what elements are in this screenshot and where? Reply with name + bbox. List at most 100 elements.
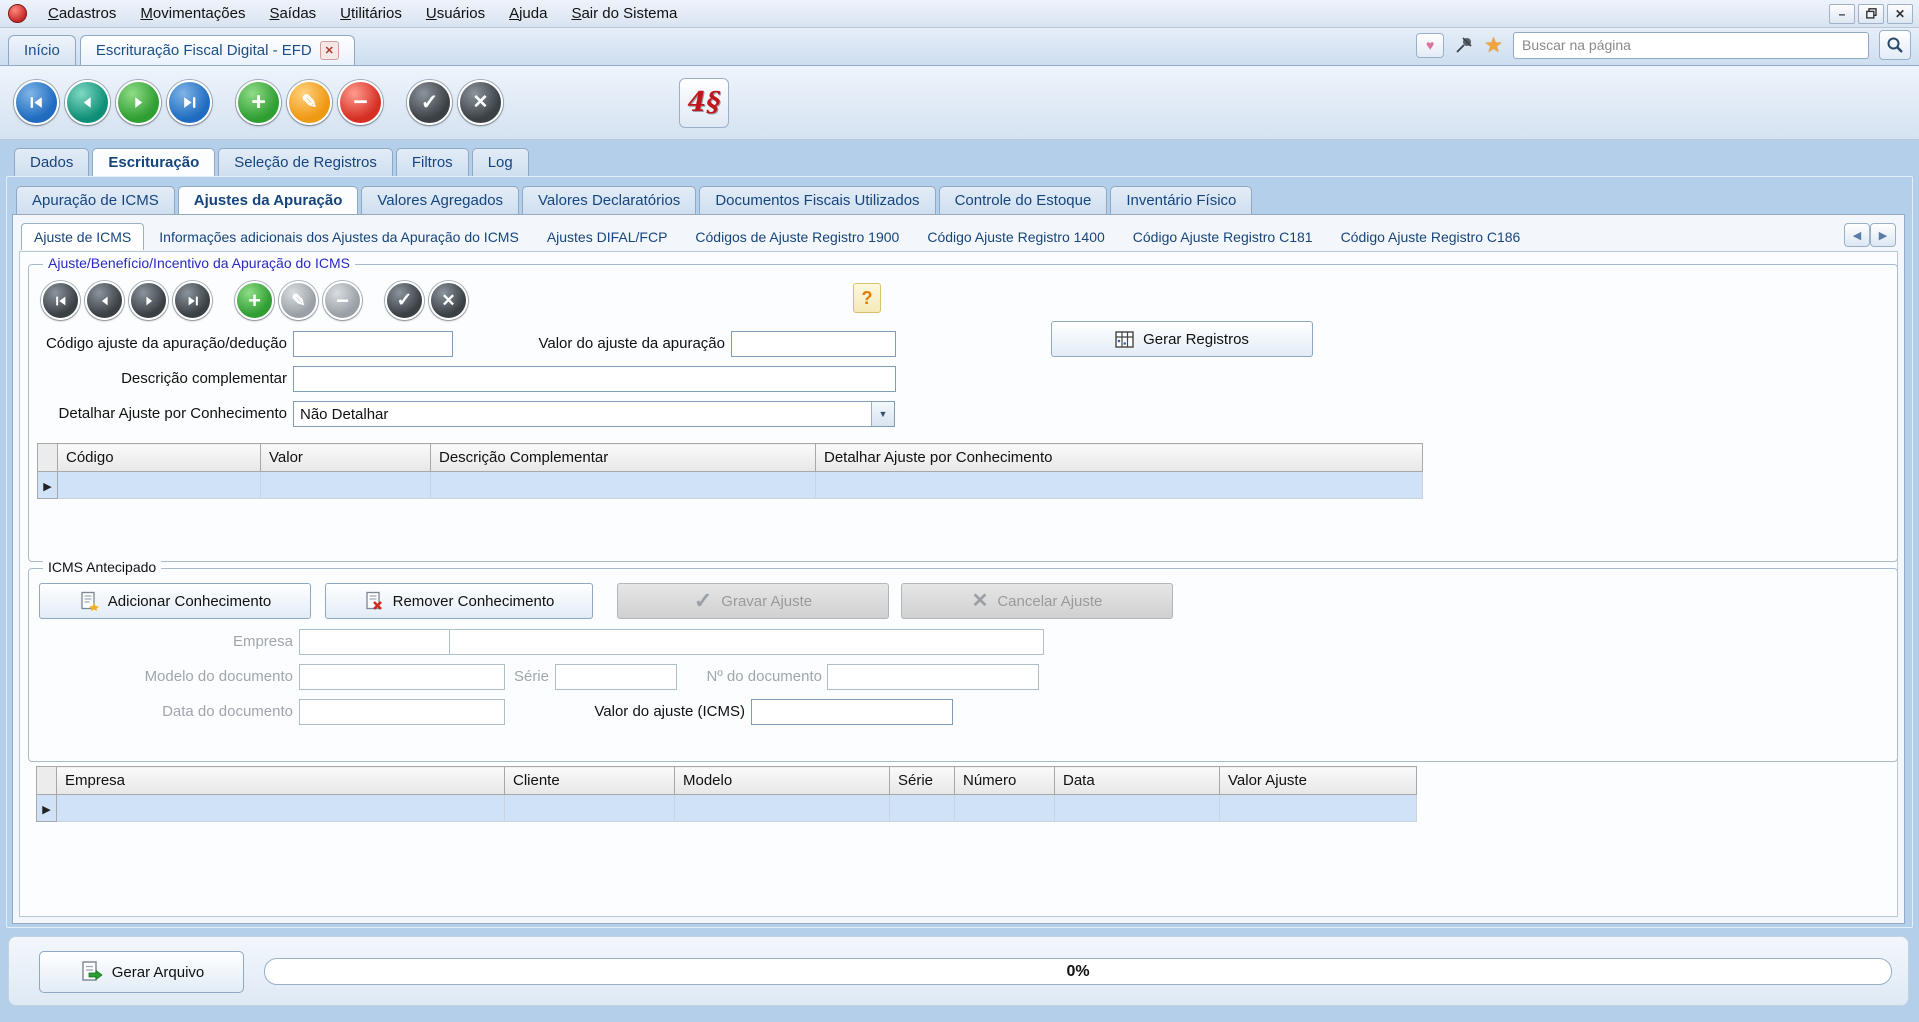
tab-dados[interactable]: Dados: [14, 148, 90, 176]
grid-cell[interactable]: [1054, 794, 1220, 822]
empresa-nome-input[interactable]: [449, 629, 1044, 655]
data-documento-input[interactable]: [299, 699, 505, 725]
star-icon[interactable]: ★: [1484, 35, 1503, 56]
grid-cell[interactable]: [1219, 794, 1417, 822]
menu-saidas[interactable]: Saídas: [258, 2, 327, 25]
tab-inventario-fisico[interactable]: Inventário Físico: [1110, 186, 1253, 214]
nav-next-button[interactable]: [116, 80, 161, 125]
grid-confirm-button[interactable]: ✓: [385, 281, 424, 320]
tab-filtros[interactable]: Filtros: [395, 148, 469, 176]
tab-controle-do-estoque[interactable]: Controle do Estoque: [938, 186, 1108, 214]
grid-cell[interactable]: [430, 471, 816, 499]
column-header-valor[interactable]: Valor: [260, 443, 431, 472]
tab-codigo-ajuste-registro-1400[interactable]: Código Ajuste Registro 1400: [914, 223, 1117, 250]
grid-edit-button[interactable]: ✎: [279, 281, 318, 320]
tab-documentos-fiscais-utilizados[interactable]: Documentos Fiscais Utilizados: [699, 186, 936, 214]
tab-codigo-ajuste-registro-c186[interactable]: Código Ajuste Registro C186: [1328, 223, 1534, 250]
gerar-arquivo-button[interactable]: Gerar Arquivo: [39, 951, 244, 993]
tab-ajustes-difal-fcp[interactable]: Ajustes DIFAL/FCP: [534, 223, 681, 250]
grid-nav-first-button[interactable]: [41, 281, 80, 320]
grid-nav-prev-button[interactable]: [85, 281, 124, 320]
grid-cell[interactable]: [260, 471, 431, 499]
grid-cell[interactable]: [504, 794, 675, 822]
favorites-heart-button[interactable]: ♥: [1416, 32, 1445, 58]
tab-scroll-right-button[interactable]: ▶: [1870, 223, 1896, 247]
tab-codigo-ajuste-registro-c181[interactable]: Código Ajuste Registro C181: [1120, 223, 1326, 250]
menu-cadastros[interactable]: Cadastros: [37, 2, 127, 25]
column-header-valor-ajuste[interactable]: Valor Ajuste: [1219, 766, 1417, 795]
nav-last-button[interactable]: [167, 80, 212, 125]
close-icon[interactable]: ✕: [1887, 3, 1913, 24]
menu-sair-do-sistema[interactable]: Sair do Sistema: [560, 2, 688, 25]
codigo-ajuste-input[interactable]: [293, 331, 453, 357]
tab-informacoes-adicionais[interactable]: Informações adicionais dos Ajustes da Ap…: [146, 223, 532, 250]
menu-movimentacoes[interactable]: Movimentações: [129, 2, 256, 25]
detalhar-ajuste-select[interactable]: Não Detalhar ▼: [293, 401, 895, 427]
cancelar-ajuste-button[interactable]: ✕ Cancelar Ajuste: [901, 583, 1173, 619]
tab-valores-declaratorios[interactable]: Valores Declaratórios: [522, 186, 697, 214]
menu-ajuda[interactable]: Ajuda: [498, 2, 558, 25]
column-header-empresa[interactable]: Empresa: [56, 766, 505, 795]
tab-log[interactable]: Log: [471, 148, 529, 176]
help-button[interactable]: ?: [853, 283, 881, 313]
remover-conhecimento-button[interactable]: Remover Conhecimento: [325, 583, 593, 619]
column-header-modelo[interactable]: Modelo: [674, 766, 890, 795]
gerar-registros-button[interactable]: Gerar Registros: [1051, 321, 1313, 357]
edit-button[interactable]: ✎: [287, 80, 332, 125]
grid-delete-button[interactable]: −: [323, 281, 362, 320]
column-header-detalhar[interactable]: Detalhar Ajuste por Conhecimento: [815, 443, 1423, 472]
table-row[interactable]: ▶: [37, 471, 1423, 499]
tab-selecao-de-registros[interactable]: Seleção de Registros: [218, 148, 393, 176]
grid-cell[interactable]: [674, 794, 890, 822]
modelo-documento-input[interactable]: [299, 664, 505, 690]
column-header-codigo[interactable]: Código: [57, 443, 261, 472]
tab-escrituracao[interactable]: Escrituração: [92, 148, 216, 176]
menu-usuarios[interactable]: Usuários: [415, 2, 496, 25]
delete-button[interactable]: −: [338, 80, 383, 125]
tab-ajustes-da-apuracao[interactable]: Ajustes da Apuração: [177, 186, 359, 214]
grid-add-button[interactable]: +: [235, 281, 274, 320]
cancel-button[interactable]: ✕: [458, 80, 503, 125]
restore-icon[interactable]: [1858, 3, 1884, 24]
valor-ajuste-icms-input[interactable]: [751, 699, 953, 725]
column-header-descricao[interactable]: Descrição Complementar: [430, 443, 816, 472]
conhecimentos-grid[interactable]: Empresa Cliente Modelo Série Número Data…: [36, 766, 1417, 822]
grid-nav-last-button[interactable]: [173, 281, 212, 320]
tab-ajuste-de-icms[interactable]: Ajuste de ICMS: [21, 223, 145, 250]
empresa-codigo-input[interactable]: [299, 629, 451, 655]
tab-inicio[interactable]: Início: [8, 35, 76, 65]
nav-prev-button[interactable]: [65, 80, 110, 125]
numero-documento-input[interactable]: [827, 664, 1039, 690]
tab-efd[interactable]: Escrituração Fiscal Digital - EFD ✕: [79, 35, 355, 65]
confirm-button[interactable]: ✓: [407, 80, 452, 125]
add-button[interactable]: +: [236, 80, 281, 125]
gravar-ajuste-button[interactable]: ✓ Gravar Ajuste: [617, 583, 889, 619]
system-logo-button[interactable]: 4§: [679, 77, 729, 128]
search-input[interactable]: [1513, 31, 1869, 59]
valor-ajuste-input[interactable]: [731, 331, 896, 357]
dropdown-arrow-icon[interactable]: ▼: [871, 402, 894, 426]
column-header-cliente[interactable]: Cliente: [504, 766, 675, 795]
grid-cancel-button[interactable]: ✕: [429, 281, 468, 320]
adicionar-conhecimento-button[interactable]: Adicionar Conhecimento: [39, 583, 311, 619]
grid-cell[interactable]: [815, 471, 1423, 499]
ajuste-grid[interactable]: Código Valor Descrição Complementar Deta…: [37, 443, 1423, 499]
grid-cell[interactable]: [889, 794, 955, 822]
pin-icon[interactable]: [1454, 35, 1474, 55]
descricao-complementar-input[interactable]: [293, 366, 896, 392]
tab-apuracao-de-icms[interactable]: Apuração de ICMS: [16, 186, 175, 214]
tab-valores-agregados[interactable]: Valores Agregados: [361, 186, 520, 214]
minimize-icon[interactable]: –: [1829, 3, 1855, 24]
menu-utilitarios[interactable]: Utilitários: [329, 2, 413, 25]
column-header-numero[interactable]: Número: [954, 766, 1055, 795]
search-button[interactable]: [1879, 30, 1911, 60]
grid-nav-next-button[interactable]: [129, 281, 168, 320]
tab-scroll-left-button[interactable]: ◀: [1844, 223, 1870, 247]
table-row[interactable]: ▶: [36, 794, 1417, 822]
grid-cell[interactable]: [56, 794, 505, 822]
tab-close-icon[interactable]: ✕: [319, 41, 339, 60]
nav-first-button[interactable]: [14, 80, 59, 125]
grid-cell[interactable]: [57, 471, 261, 499]
grid-cell[interactable]: [954, 794, 1055, 822]
tab-codigos-ajuste-registro-1900[interactable]: Códigos de Ajuste Registro 1900: [682, 223, 912, 250]
